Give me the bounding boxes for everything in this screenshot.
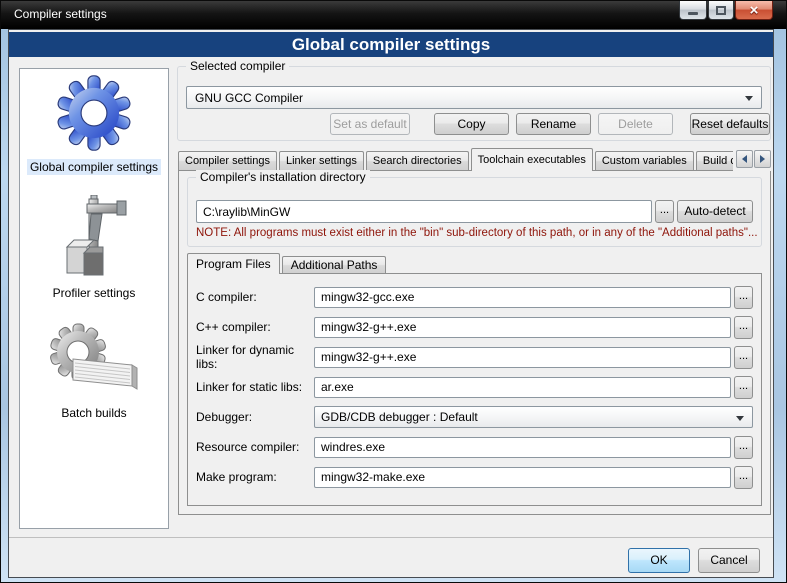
compiler-select[interactable]: GNU GCC Compiler [186,86,762,109]
sidebar-item-batch-builds[interactable]: Batch builds [48,323,140,421]
copy-button[interactable]: Copy [434,113,509,135]
resource-compiler-label: Resource compiler: [196,440,314,454]
debugger-select-value: GDB/CDB debugger : Default [321,410,478,424]
field-row-debugger: Debugger: GDB/CDB debugger : Default [196,406,753,428]
delete-button[interactable]: Delete [598,113,673,135]
field-row-static-linker: Linker for static libs: ... [196,376,753,398]
chevron-down-icon [736,416,744,421]
tab-search-directories[interactable]: Search directories [366,151,469,171]
make-program-label: Make program: [196,470,314,484]
dialog-client-area: Global compiler settings [8,29,774,578]
cpp-compiler-label: C++ compiler: [196,320,314,334]
installation-directory-input[interactable] [196,200,652,223]
program-files-panel: C compiler: ... C++ compiler: ... Linker… [187,273,762,506]
field-row-cpp-compiler: C++ compiler: ... [196,316,753,338]
set-as-default-button[interactable]: Set as default [330,113,410,135]
browse-directory-button[interactable]: ... [655,200,674,223]
c-compiler-label: C compiler: [196,290,314,304]
installation-note: NOTE: All programs must exist either in … [196,227,757,239]
dynamic-linker-label: Linker for dynamic libs: [196,343,314,371]
make-program-browse-button[interactable]: ... [734,466,753,489]
sidebar-item-label: Batch builds [58,405,129,421]
cancel-button[interactable]: Cancel [698,548,760,573]
cpp-compiler-browse-button[interactable]: ... [734,316,753,339]
tab-compiler-settings[interactable]: Compiler settings [178,151,277,171]
field-row-make-program: Make program: ... [196,466,753,488]
footer-separator [9,537,773,538]
program-files-tab-bar: Program Files Additional Paths [187,253,388,274]
c-compiler-input[interactable] [314,287,731,308]
cpp-compiler-input[interactable] [314,317,731,338]
auto-detect-button[interactable]: Auto-detect [677,200,753,223]
compiler-select-value: GNU GCC Compiler [195,91,303,105]
debugger-label: Debugger: [196,410,314,424]
tab-program-files[interactable]: Program Files [187,253,280,274]
installation-directory-group: Compiler's installation directory ... Au… [187,177,762,247]
make-program-input[interactable] [314,467,731,488]
installation-directory-label: Compiler's installation directory [196,170,370,184]
sidebar-item-label: Global compiler settings [27,159,161,175]
tab-scroll-left-button[interactable] [736,150,753,168]
chevron-down-icon [745,96,753,101]
toolchain-executables-panel: Compiler's installation directory ... Au… [178,170,771,515]
static-linker-label: Linker for static libs: [196,380,314,394]
field-row-resource-compiler: Resource compiler: ... [196,436,753,458]
minimize-button[interactable] [679,1,707,20]
selected-compiler-group: Selected compiler GNU GCC Compiler Set a… [177,66,771,141]
static-linker-input[interactable] [314,377,731,398]
reset-defaults-button[interactable]: Reset defaults [690,113,770,135]
settings-category-sidebar: Global compiler settings [19,68,169,529]
blue-gear-icon [56,75,132,151]
field-row-c-compiler: C compiler: ... [196,286,753,308]
titlebar[interactable]: Compiler settings × [1,1,786,29]
resource-compiler-input[interactable] [314,437,731,458]
settings-tab-bar: Compiler settings Linker settings Search… [178,148,771,171]
tab-scroll-right-button[interactable] [754,150,771,168]
field-row-dynamic-linker: Linker for dynamic libs: ... [196,346,753,368]
resource-compiler-browse-button[interactable]: ... [734,436,753,459]
tab-toolchain-executables[interactable]: Toolchain executables [471,148,593,171]
window-title: Compiler settings [14,7,107,21]
tab-additional-paths[interactable]: Additional Paths [282,256,387,274]
selected-compiler-group-label: Selected compiler [186,59,289,73]
c-compiler-browse-button[interactable]: ... [734,286,753,309]
minimize-icon [688,12,698,15]
gray-gear-papers-icon [48,323,140,397]
rename-button[interactable]: Rename [516,113,591,135]
ok-button[interactable]: OK [628,548,690,573]
close-icon: × [750,3,759,18]
arrow-left-icon [742,155,747,163]
debugger-select[interactable]: GDB/CDB debugger : Default [314,406,753,428]
sidebar-item-profiler-settings[interactable]: Profiler settings [50,195,139,301]
page-title: Global compiler settings [9,32,773,57]
caliper-icon [61,195,127,277]
static-linker-browse-button[interactable]: ... [734,376,753,399]
sidebar-item-global-compiler-settings[interactable]: Global compiler settings [27,75,161,175]
dynamic-linker-browse-button[interactable]: ... [734,346,753,369]
maximize-icon [716,6,726,15]
arrow-right-icon [760,155,765,163]
tab-linker-settings[interactable]: Linker settings [279,151,364,171]
dynamic-linker-input[interactable] [314,347,731,368]
compiler-settings-window: Compiler settings × Global compiler sett… [0,0,787,583]
close-button[interactable]: × [735,1,773,20]
sidebar-item-label: Profiler settings [50,285,139,301]
maximize-button[interactable] [708,1,734,20]
tab-custom-variables[interactable]: Custom variables [595,151,694,171]
tab-scroll-buttons [733,150,771,171]
